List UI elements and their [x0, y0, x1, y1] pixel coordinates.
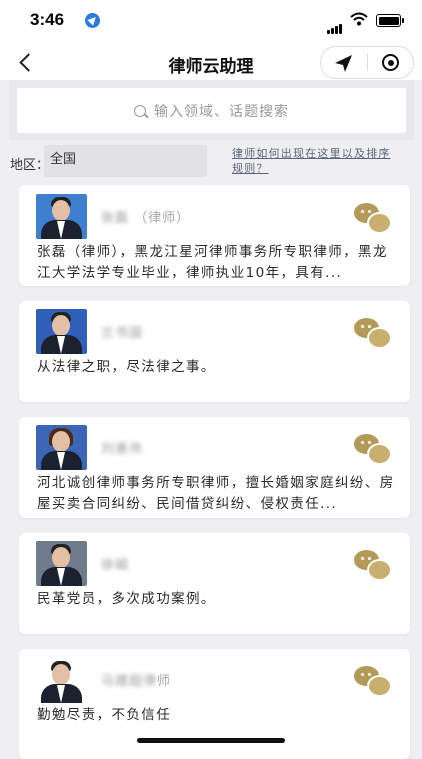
- navigation-bar: 律师云助理: [0, 44, 422, 80]
- lawyer-name: 马建超律师: [101, 670, 171, 689]
- lawyer-avatar: [36, 194, 87, 239]
- home-indicator: [137, 738, 285, 743]
- lawyer-avatar: [36, 658, 87, 703]
- lawyer-name: 徐娟: [101, 554, 129, 573]
- lawyer-bio: 河北诚创律师事务所专职律师，擅长婚姻家庭纠纷、房屋买卖合同纠纷、民间借贷纠纷、侵…: [37, 475, 395, 512]
- mini-program-capsule: [320, 46, 414, 79]
- wechat-icon[interactable]: [354, 203, 392, 234]
- lawyer-card[interactable]: 兰书国 从法律之职，尽法律之事。: [19, 301, 410, 402]
- lawyer-avatar: [36, 309, 87, 354]
- lawyer-name: 张磊 （律师）: [101, 207, 190, 226]
- battery-icon: [376, 14, 404, 27]
- wechat-icon[interactable]: [354, 318, 392, 349]
- lawyer-bio: 民革党员，多次成功案例。: [37, 591, 216, 607]
- lawyer-avatar: [36, 425, 87, 470]
- close-mini-program-button[interactable]: [368, 47, 414, 78]
- lawyer-name-text: 张磊: [101, 211, 130, 226]
- lawyer-bio: 张磊（律师），黑龙江星河律师事务所专职律师，黑龙江大学法学专业毕业，律师执业10…: [37, 244, 388, 281]
- lawyer-title-text: 师: [157, 674, 172, 689]
- search-input[interactable]: 输入领域、话题搜索: [17, 88, 406, 133]
- location-services-icon: [85, 13, 100, 28]
- navigation-arrow-icon: [335, 55, 352, 72]
- lawyer-name-text: 刘善伟: [101, 442, 144, 457]
- wechat-icon[interactable]: [354, 434, 392, 465]
- search-area: 输入领域、话题搜索: [9, 80, 414, 140]
- lawyer-name: 兰书国: [101, 322, 143, 341]
- region-select[interactable]: 全国: [44, 145, 207, 177]
- lawyer-name-text: 徐娟: [101, 558, 130, 573]
- lawyer-bio: 从法律之职，尽法律之事。: [37, 359, 216, 375]
- wifi-icon: [350, 12, 368, 26]
- wechat-icon[interactable]: [354, 550, 392, 581]
- search-placeholder: 输入领域、话题搜索: [154, 103, 289, 120]
- lawyer-card[interactable]: 徐娟 民革党员，多次成功案例。: [19, 533, 410, 634]
- cellular-signal-icon: [327, 15, 343, 34]
- lawyer-bio: 勤勉尽责，不负信任: [37, 707, 172, 723]
- wechat-icon[interactable]: [354, 666, 392, 697]
- lawyer-title-text: （律师）: [134, 211, 191, 226]
- lawyer-card[interactable]: 刘善伟 河北诚创律师事务所专职律师，擅长婚姻家庭纠纷、房屋买卖合同纠纷、民间借贷…: [19, 417, 410, 518]
- status-time: 3:46: [30, 10, 65, 29]
- lawyer-name-text: 兰书国: [101, 326, 144, 341]
- location-arrow-button[interactable]: [321, 47, 367, 78]
- lawyer-name-text: 马建超律: [101, 674, 158, 689]
- target-icon: [382, 54, 399, 71]
- lawyer-name: 刘善伟: [101, 438, 143, 457]
- lawyer-avatar: [36, 541, 87, 586]
- lawyer-card[interactable]: 张磊 （律师） 张磊（律师），黑龙江星河律师事务所专职律师，黑龙江大学法学专业毕…: [19, 185, 410, 286]
- ranking-rules-link[interactable]: 律师如何出现在这里以及排序规则？: [232, 146, 402, 176]
- search-icon: [134, 104, 146, 117]
- status-bar: 3:46: [0, 0, 422, 44]
